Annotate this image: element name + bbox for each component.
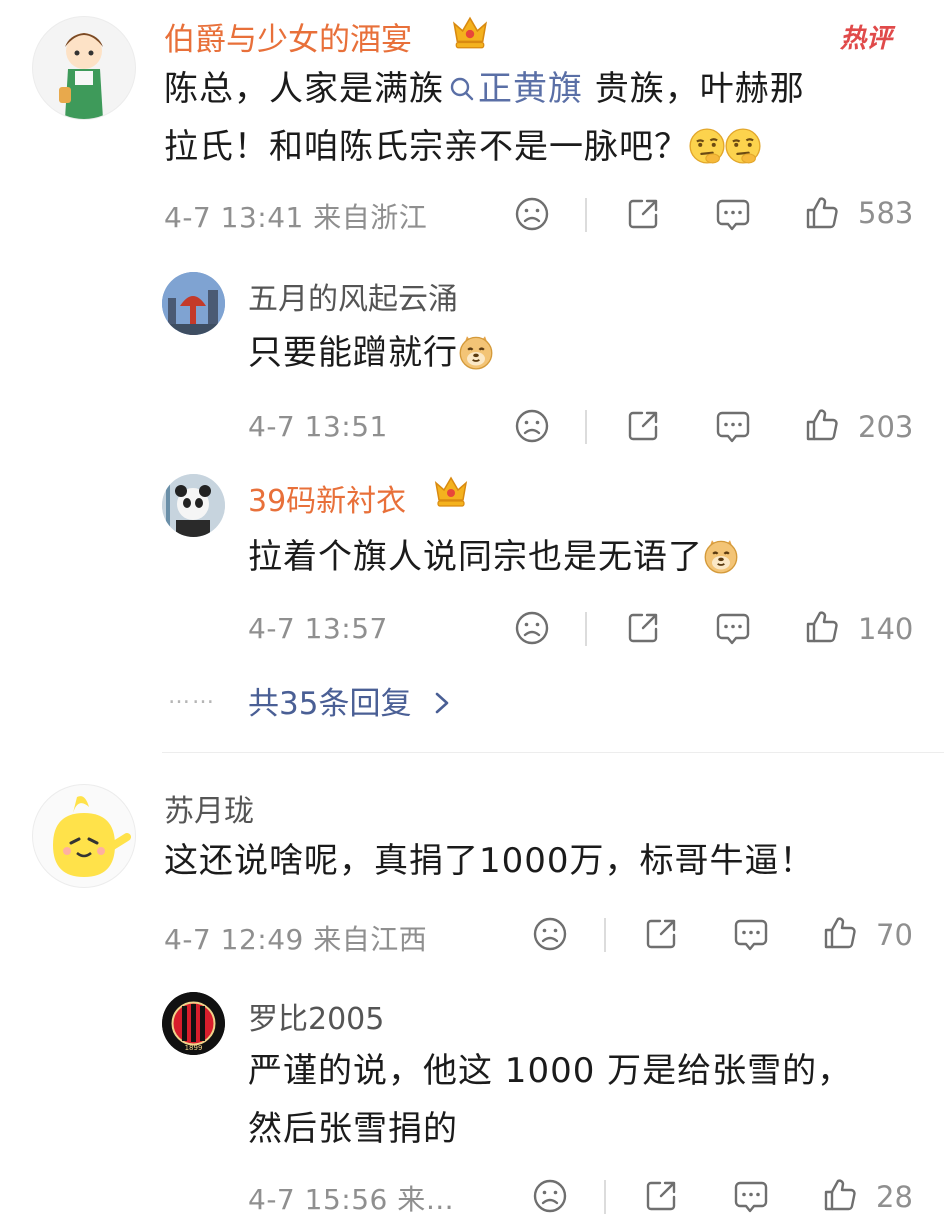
share-icon[interactable] <box>643 916 679 952</box>
comment-icon[interactable] <box>715 196 751 232</box>
topic-link[interactable]: 正黄旗 <box>444 69 583 109</box>
like-count: 70 <box>876 918 913 952</box>
like-count: 28 <box>876 1180 913 1214</box>
comment-icon[interactable] <box>715 610 751 646</box>
avatar[interactable] <box>162 474 225 537</box>
comment-username[interactable]: 伯爵与少女的酒宴 <box>164 14 412 59</box>
reply-username[interactable]: 罗比2005 <box>248 994 384 1038</box>
reply-text: 严谨的说，他这 1000 万是给张雪的， 然后张雪捐的 <box>248 1051 853 1149</box>
divider <box>585 198 587 232</box>
reply-username[interactable]: 五月的风起云涌 <box>248 274 458 318</box>
dislike-icon[interactable] <box>514 196 550 232</box>
search-icon <box>450 77 474 101</box>
chevron-right-icon <box>436 692 449 714</box>
like-icon[interactable] <box>804 194 840 232</box>
comment-icon[interactable] <box>733 1178 769 1214</box>
avatar[interactable] <box>162 272 225 335</box>
like-count: 203 <box>858 410 914 444</box>
avatar[interactable] <box>32 16 136 120</box>
like-count: 583 <box>858 196 914 230</box>
dislike-icon[interactable] <box>532 916 568 952</box>
hot-comment-badge: 热评 <box>840 24 893 54</box>
reply-text: 拉着个旗人说同宗也是无语了 <box>248 528 739 586</box>
comment-text: 陈总，人家是满族 正黄旗 贵族，叶赫那 拉氏！和咱陈氏宗亲不是一脉吧？ <box>164 69 805 167</box>
share-icon[interactable] <box>643 1178 679 1214</box>
reply-meta: 4-7 13:51 <box>248 410 388 443</box>
reply-text: 只要能蹭就行 <box>248 324 494 382</box>
svg-text:1899: 1899 <box>185 1044 203 1052</box>
share-icon[interactable] <box>625 196 661 232</box>
crown-badge-icon <box>453 17 487 49</box>
like-icon[interactable] <box>804 406 840 444</box>
comment-username[interactable]: 苏月珑 <box>164 786 254 830</box>
reply-meta: 4-7 13:57 <box>248 612 388 645</box>
reply-meta: 4-7 15:56 来… <box>248 1183 455 1216</box>
more-replies-link[interactable]: 共35条回复 <box>248 678 453 723</box>
thinking-emoji-icon <box>689 128 725 164</box>
like-icon[interactable] <box>804 608 840 646</box>
dislike-icon[interactable] <box>514 610 550 646</box>
comment-meta: 4-7 13:41 来自浙江 <box>164 201 428 234</box>
more-replies-dots: …… <box>168 684 216 709</box>
doge-emoji-icon <box>704 539 738 574</box>
avatar[interactable] <box>32 784 136 888</box>
like-count: 140 <box>858 612 914 646</box>
divider <box>585 612 587 646</box>
doge-emoji-icon <box>459 335 493 370</box>
dislike-icon[interactable] <box>514 408 550 444</box>
divider <box>585 410 587 444</box>
dislike-icon[interactable] <box>532 1178 568 1214</box>
comment-divider <box>162 752 944 753</box>
thinking-emoji-icon <box>725 128 761 164</box>
share-icon[interactable] <box>625 408 661 444</box>
divider <box>604 918 606 952</box>
comment-meta: 4-7 12:49 来自江西 <box>164 923 428 956</box>
like-icon[interactable] <box>822 914 858 952</box>
avatar[interactable]: 1899 <box>162 992 225 1055</box>
like-icon[interactable] <box>822 1176 858 1214</box>
reply-username[interactable]: 39码新衬衣 <box>248 476 406 520</box>
comment-text: 这还说啥呢，真捐了1000万，标哥牛逼！ <box>164 841 815 881</box>
share-icon[interactable] <box>625 610 661 646</box>
comment-icon[interactable] <box>715 408 751 444</box>
comment-icon[interactable] <box>733 916 769 952</box>
divider <box>604 1180 606 1214</box>
crown-badge-icon <box>435 477 467 507</box>
